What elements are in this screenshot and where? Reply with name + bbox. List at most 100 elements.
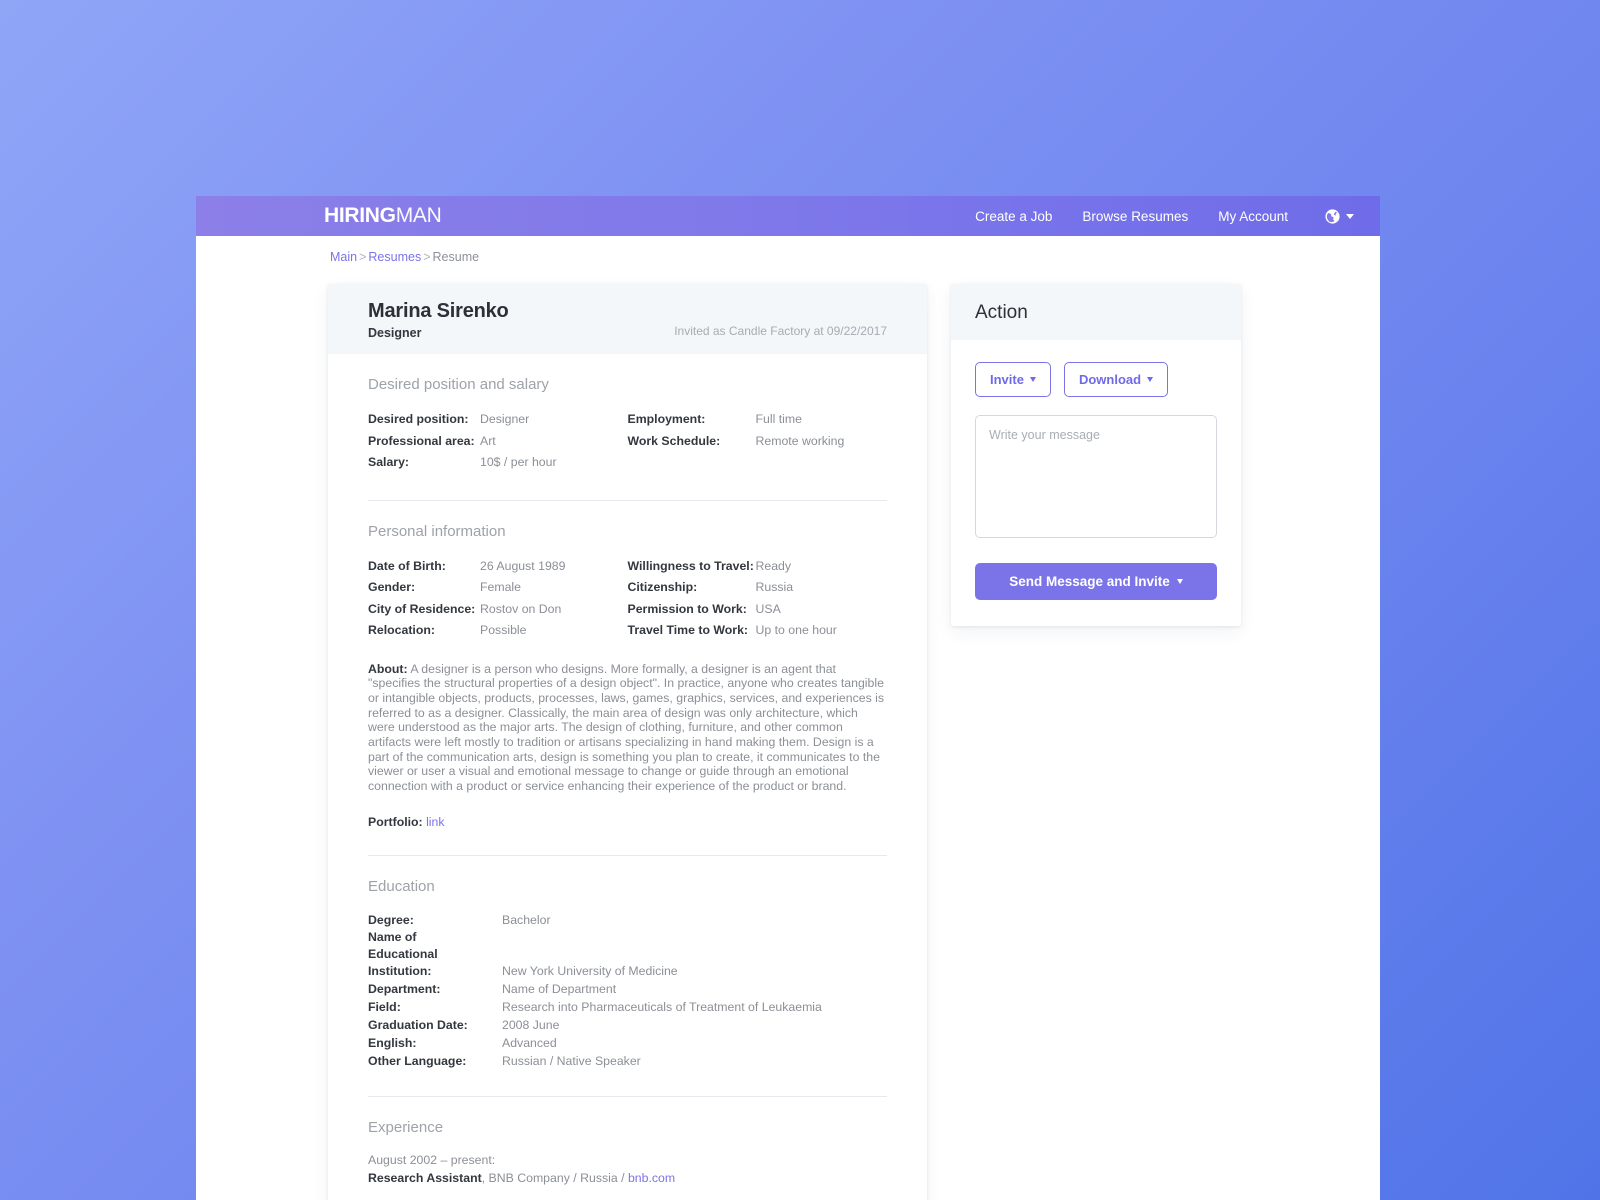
field-label: City of Residence: [368,601,476,616]
field-row: Employment: Full time [628,409,888,431]
experience-company: , BNB Company / Russia / [481,1170,628,1185]
breadcrumb-item-main[interactable]: Main [330,250,357,264]
chevron-down-icon [1029,377,1036,382]
field-value: Possible [480,623,527,637]
about-paragraph: About: A designer is a person who design… [368,642,887,794]
field-label-line2: Educational Institution: [368,946,438,978]
field-value: Advanced [502,1035,557,1050]
field-value: 10$ / per hour [480,455,557,469]
top-navigation-bar: HIRINGMAN Create a Job Browse Resumes My… [196,196,1380,236]
primary-nav: Create a Job Browse Resumes My Account [975,208,1354,225]
language-selector[interactable] [1324,208,1354,225]
main-content: Marina Sirenko Designer Invited as Candl… [196,264,1380,1200]
experience-period: August 2002 – present: [368,1152,496,1167]
field-row: Travel Time to Work: Up to one hour [628,620,888,642]
page-title: Marina Sirenko [368,300,509,322]
breadcrumb-separator: > [359,250,367,264]
field-value: Female [480,580,522,594]
chevron-down-icon [1176,579,1183,584]
about-text: A designer is a person who designs. More… [368,661,885,794]
desired-right-column: Employment: Full time Work Schedule: Remot… [628,409,888,474]
invited-status: Invited as Candle Factory at 09/22/2017 [674,324,887,338]
breadcrumb-item-resume: Resume [432,250,480,264]
chevron-down-icon [1346,213,1354,219]
field-value: Up to one hour [755,623,837,637]
logo-text-light: MAN [395,204,442,227]
globe-icon [1324,208,1341,225]
experience-site-link[interactable]: bnb.com [628,1171,675,1185]
field-row: Gender: Female [368,577,628,599]
field-row: Relocation: Possible [368,620,628,642]
nav-item-browse-resumes[interactable]: Browse Resumes [1082,209,1188,224]
download-button[interactable]: Download [1063,362,1169,397]
chevron-down-icon [1147,377,1154,382]
invite-button-label: Invite [990,372,1024,387]
field-value: 26 August 1989 [480,558,566,573]
education-list: Degree: Bachelor Name of Educational Insti… [368,911,887,1070]
field-label: Travel Time to Work: [627,623,749,637]
section-title-personal-information: Personal information [368,522,506,540]
field-value: Designer [480,412,530,426]
nav-item-create-a-job[interactable]: Create a Job [975,209,1052,224]
experience-details: Salary:10 $ / per hour Field of Activity… [368,1187,887,1200]
field-label: Professional area: [368,433,475,448]
education-row: Degree: Bachelor [368,911,887,929]
field-value: Russia [755,580,794,594]
field-label: Employment: [627,412,706,426]
site-logo[interactable]: HIRINGMAN [324,204,442,228]
field-label: Work Schedule: [627,433,721,448]
education-row: Graduation Date: 2008 June [368,1016,887,1034]
action-panel: Action Invite Download Send Message and … [951,284,1241,626]
field-row: Work Schedule: Remote working [628,431,888,453]
field-row: Professional area: Art [368,431,628,453]
download-button-label: Download [1078,372,1142,387]
action-panel-title: Action [975,302,1028,323]
field-value: 2008 June [502,1017,560,1032]
field-label: Willingness to Travel: [627,558,754,573]
action-panel-body: Invite Download Send Message and Invite [951,340,1241,626]
resume-card-header: Marina Sirenko Designer Invited as Candl… [328,284,927,354]
field-label: Desired position: [368,412,469,426]
send-message-and-invite-button[interactable]: Send Message and Invite [975,563,1217,600]
field-row: Salary: 10$ / per hour [368,452,628,474]
send-button-label: Send Message and Invite [1009,574,1170,589]
field-value: Name of Department [502,981,617,996]
field-value: Research into Pharmaceuticals of Treatme… [502,999,822,1014]
resume-card-body: Desired position and salary Desired posi… [328,354,927,1200]
experience-position: Research Assistant [368,1170,482,1185]
field-label: English: [368,1035,417,1050]
action-panel-header: Action [951,284,1241,340]
field-label: Degree: [368,912,414,927]
breadcrumb: Main > Resumes > Resume [196,236,1380,264]
section-title-education: Education [368,877,435,895]
field-label: Other Language: [368,1053,467,1068]
nav-item-my-account[interactable]: My Account [1218,209,1288,224]
section-title-desired-position: Desired position and salary [368,376,549,393]
invite-button[interactable]: Invite [975,362,1051,397]
portfolio-link[interactable]: link [426,815,444,829]
field-row: Desired position: Designer [368,409,628,431]
field-value: Remote working [755,433,845,448]
field-label: Graduation Date: [368,1017,468,1032]
message-textarea[interactable] [975,415,1217,538]
field-label: Citizenship: [627,580,698,594]
breadcrumb-item-resumes[interactable]: Resumes [368,250,421,264]
browser-page-frame: HIRINGMAN Create a Job Browse Resumes My… [196,196,1380,1200]
field-value: New York University of Medicine [502,963,678,978]
field-value: Ready [755,558,792,573]
field-value: Full time [755,412,802,426]
about-label: About: [368,661,408,676]
field-value: Bachelor [502,912,551,927]
portfolio-label: Portfolio: [368,814,423,829]
personal-information-grid: Date of Birth: 26 August 1989 Gender: Fema… [368,556,887,642]
education-row: Name of Educational Institution: New York… [368,929,887,980]
field-value: Russian / Native Speaker [502,1053,641,1068]
logo-text-bold: HIRING [324,204,396,227]
field-value: Art [480,433,496,448]
personal-right-column: Willingness to Travel: Ready Citizenship:… [628,556,888,642]
portfolio-row: Portfolio: link [368,794,887,829]
person-role: Designer [368,326,422,340]
education-row: English: Advanced [368,1034,887,1052]
desired-position-grid: Desired position: Designer Professional a… [368,409,887,474]
field-label: Gender: [368,580,416,594]
